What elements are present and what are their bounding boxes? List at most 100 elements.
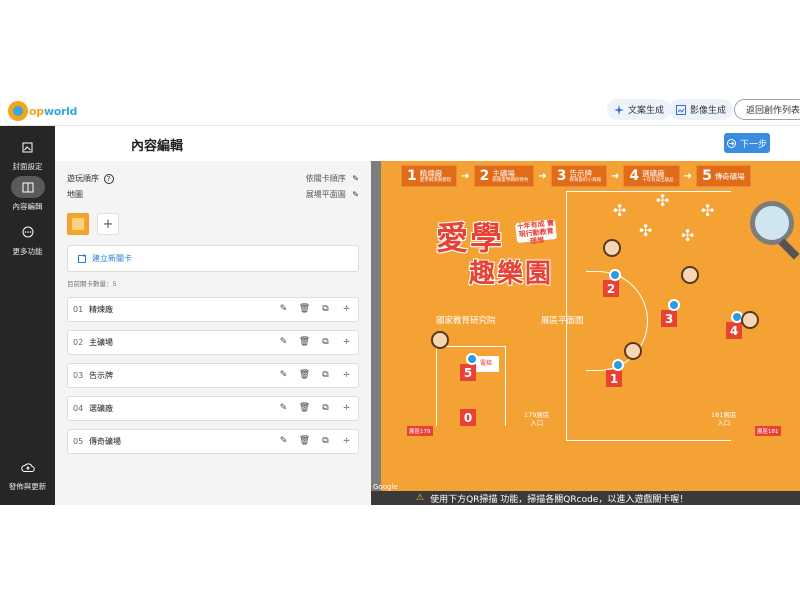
letterbox-bottom — [0, 505, 800, 600]
next-step-button[interactable]: 下一步 — [724, 133, 770, 153]
duplicate-icon[interactable]: ⧉ — [321, 304, 330, 314]
stage-marker-0[interactable]: 0 — [460, 409, 476, 426]
entrance-181: 181展區 入口 — [711, 411, 737, 427]
edit-pencil-icon[interactable]: ✎ — [352, 174, 359, 183]
editor-body: 遊玩順序 ? 依關卡順序 ✎ 地圖 展場平面圖 ✎ + 建立新關卡 目前關卡數量… — [55, 161, 371, 505]
card-number: 04 — [73, 404, 84, 413]
banner-step-title: 主礦場 — [492, 169, 515, 178]
edit-icon[interactable]: ✎ — [279, 370, 288, 380]
card-name: 傳奇礦場 — [89, 437, 121, 446]
letterbox-top — [0, 0, 800, 93]
table-icon: ✣ — [639, 221, 653, 240]
add-map-button[interactable]: + — [97, 213, 119, 235]
character-figure — [603, 239, 621, 257]
play-order-label: 遊玩順序 — [67, 174, 99, 183]
create-new-card-button[interactable]: 建立新關卡 — [67, 245, 359, 272]
room-181-label: 展區181 — [755, 426, 781, 436]
rail-item-content[interactable]: 內容編輯 — [0, 176, 55, 212]
rail-item-more-label: 更多功能 — [12, 247, 43, 256]
cloud-upload-icon — [11, 456, 45, 478]
card-row[interactable]: 04 選礦廠 ✎ 🗑 ⧉ ÷ — [67, 396, 359, 421]
map-thumbnail[interactable] — [67, 213, 89, 235]
banner-step: 3 告示牌 教育部的小海報 — [550, 165, 608, 187]
edit-icon[interactable]: ✎ — [279, 436, 288, 446]
rail-item-publish[interactable]: 發佈與更新 — [0, 456, 55, 492]
content-editor-panel: 內容編輯 遊玩順序 ? 依關卡順序 ✎ 地圖 展場平面圖 ✎ + 建立新關卡 目… — [55, 126, 371, 505]
google-watermark: Google — [373, 483, 398, 491]
banner-step: 1 精煉廠 愛學網演奏歷程 — [401, 165, 458, 187]
stage-marker-1[interactable]: 1 — [606, 370, 622, 387]
card-number: 02 — [73, 338, 84, 347]
card-row[interactable]: 02 主礦場 ✎ 🗑 ⧉ ÷ — [67, 330, 359, 355]
back-to-list-button[interactable]: 返回創作列表 — [734, 99, 800, 120]
arrow-icon: ➜ — [461, 170, 470, 182]
location-pin-icon — [609, 269, 621, 281]
banner-step-title: 精煉廠 — [419, 169, 443, 178]
duplicate-icon[interactable]: ⧉ — [321, 370, 330, 380]
sparkle-icon — [614, 104, 624, 115]
image-generate-label: 影像生成 — [690, 106, 727, 116]
stage-banner: 1 精煉廠 愛學網演奏歷程 ➜ 2 主礦場 新版愛學網的特色 ➜ 3 告示牌 教育部的小海報… — [401, 165, 751, 187]
logo-text-world: world — [43, 104, 78, 118]
app-window: opworld 文案生成 影像生成 返回創作列表 封面設定 內容編輯 更多功能 … — [0, 93, 800, 505]
arrow-icon: ➜ — [683, 170, 693, 182]
delete-icon[interactable]: 🗑 — [299, 403, 310, 413]
duplicate-icon[interactable]: ⧉ — [321, 436, 330, 446]
edit-icon[interactable]: ✎ — [279, 403, 288, 413]
card-row[interactable]: 03 告示牌 ✎ 🗑 ⧉ ÷ — [67, 363, 359, 388]
delete-icon[interactable]: 🗑 — [299, 436, 310, 446]
banner-step-number: 1 — [407, 168, 417, 184]
drag-handle-icon[interactable]: ÷ — [342, 403, 351, 413]
card-name: 選礦廠 — [89, 404, 113, 413]
left-rail: 封面設定 內容編輯 更多功能 發佈與更新 — [0, 126, 55, 505]
edit-icon[interactable]: ✎ — [279, 337, 288, 347]
table-icon: ✣ — [656, 191, 670, 210]
more-icon — [11, 221, 45, 243]
help-icon[interactable]: ? — [103, 174, 114, 184]
card-count: 目前關卡數量：5 — [67, 280, 117, 288]
card-name: 告示牌 — [89, 371, 113, 380]
stage-marker-3[interactable]: 3 — [661, 310, 677, 327]
stage-marker-5[interactable]: 5 — [460, 364, 476, 381]
map-value-row[interactable]: 展場平面圖 ✎ — [306, 189, 359, 200]
drag-handle-icon[interactable]: ÷ — [342, 337, 351, 347]
rail-item-publish-label: 發佈與更新 — [8, 482, 47, 491]
play-order-value: 依關卡順序 — [305, 174, 346, 183]
plus-icon: + — [102, 216, 114, 232]
drag-handle-icon[interactable]: ÷ — [342, 436, 351, 446]
banner-step-sub: 新版愛學網的特色 — [492, 178, 529, 183]
table-icon: ✣ — [701, 201, 715, 220]
image-generate-button[interactable]: 影像生成 — [669, 99, 734, 120]
create-new-card-label: 建立新關卡 — [92, 254, 132, 263]
duplicate-icon[interactable]: ⧉ — [321, 403, 330, 413]
map-subtitle: 十年有成 實現行動教育理想 — [515, 218, 557, 246]
edit-icon[interactable]: ✎ — [279, 304, 288, 314]
entrance-179: 179展區 入口 — [524, 411, 550, 427]
delete-icon[interactable]: 🗑 — [299, 304, 310, 314]
drag-handle-icon[interactable]: ÷ — [342, 370, 351, 380]
edit-pencil-icon[interactable]: ✎ — [352, 190, 359, 199]
rail-item-more[interactable]: 更多功能 — [0, 221, 55, 257]
card-number: 01 — [73, 305, 84, 314]
banner-step-title: 傳奇礦場 — [714, 171, 745, 181]
rail-item-cover[interactable]: 封面設定 — [0, 136, 55, 172]
stage-marker-2[interactable]: 2 — [603, 280, 619, 297]
delete-icon[interactable]: 🗑 — [299, 370, 310, 380]
arrow-icon: ➜ — [611, 170, 620, 182]
top-bar: opworld 文案生成 影像生成 返回創作列表 — [0, 93, 800, 126]
rail-item-cover-label: 封面設定 — [12, 162, 43, 171]
duplicate-icon[interactable]: ⧉ — [321, 337, 330, 347]
page-title: 內容編輯 — [131, 139, 184, 154]
doc-generate-button[interactable]: 文案生成 — [607, 99, 672, 120]
drag-handle-icon[interactable]: ÷ — [342, 304, 351, 314]
stage-marker-4[interactable]: 4 — [726, 322, 742, 339]
banner-step-title: 選礦廠 — [642, 169, 665, 178]
warning-icon: ⚠ — [416, 493, 425, 503]
delete-icon[interactable]: 🗑 — [299, 337, 310, 347]
popworld-logo[interactable]: opworld — [8, 101, 77, 121]
card-row[interactable]: 05 傳奇礦場 ✎ 🗑 ⧉ ÷ — [67, 429, 359, 454]
banner-step-number: 5 — [702, 168, 712, 184]
character-figure — [431, 331, 449, 349]
play-order-value-row[interactable]: 依關卡順序 ✎ — [306, 173, 359, 184]
card-row[interactable]: 01 精煉廠 ✎ 🗑 ⧉ ÷ — [67, 297, 359, 322]
